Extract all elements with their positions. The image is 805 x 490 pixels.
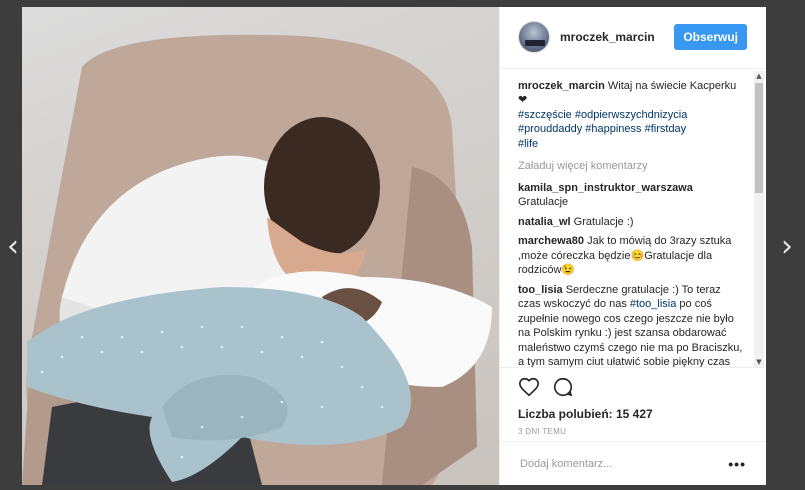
caption-hashtags[interactable]: #szczęście #odpierwszychdnizycia bbox=[518, 109, 687, 121]
comments-scrollbar[interactable]: ▲ ▼ bbox=[754, 70, 764, 367]
add-comment-input[interactable] bbox=[518, 456, 729, 471]
scroll-up-icon[interactable]: ▲ bbox=[754, 71, 764, 81]
scrollbar-thumb[interactable] bbox=[755, 82, 763, 193]
comment-text: Gratulacje :) bbox=[573, 215, 634, 228]
post-sidebar: mroczek_marcin Obserwuj mroczek_marcin W… bbox=[499, 7, 766, 485]
follow-button[interactable]: Obserwuj bbox=[674, 24, 747, 51]
caption-username[interactable]: mroczek_marcin bbox=[518, 80, 605, 92]
caption-text: Witaj na świecie Kacperku bbox=[607, 79, 737, 92]
likes-count[interactable]: Liczba polubień: 15 427 bbox=[500, 405, 766, 423]
comment-item: natalia_wl Gratulacje :) bbox=[518, 215, 744, 230]
comment-item: kamila_spn_instruktor_warszawa Gratulacj… bbox=[518, 181, 744, 210]
comment-item: too_lisia Serdeczne gratulacje :) To ter… bbox=[518, 283, 744, 368]
heart-icon[interactable] bbox=[518, 376, 540, 398]
prev-post-arrow-icon[interactable]: ‹ bbox=[2, 232, 24, 262]
heart-emoji: ❤ bbox=[518, 94, 528, 107]
avatar[interactable] bbox=[518, 21, 550, 54]
comment-hashtag[interactable]: #too_lisia bbox=[630, 298, 676, 310]
comment-username[interactable]: marchewa80 bbox=[518, 235, 584, 247]
post-photo bbox=[22, 7, 499, 485]
comments-list[interactable]: mroczek_marcin Witaj na świecie Kacperku… bbox=[500, 69, 766, 368]
add-comment-bar: ••• bbox=[500, 441, 766, 485]
post-photo-illustration bbox=[22, 34, 492, 485]
scroll-down-icon[interactable]: ▼ bbox=[754, 357, 764, 367]
next-post-arrow-icon[interactable]: › bbox=[776, 232, 798, 262]
load-more-comments[interactable]: Załaduj więcej komentarzy bbox=[518, 159, 744, 174]
caption-hashtags[interactable]: #life bbox=[518, 138, 538, 150]
comment-item: marchewa80 Jak to mówią do 3razy sztuka … bbox=[518, 234, 744, 278]
post-header: mroczek_marcin Obserwuj bbox=[500, 7, 766, 69]
post-actions bbox=[500, 367, 766, 405]
more-options-icon[interactable]: ••• bbox=[728, 456, 746, 472]
post-caption: mroczek_marcin Witaj na świecie Kacperku… bbox=[518, 79, 744, 152]
comment-username[interactable]: too_lisia bbox=[518, 284, 563, 296]
post-username[interactable]: mroczek_marcin bbox=[560, 30, 674, 44]
comment-username[interactable]: natalia_wl bbox=[518, 216, 571, 228]
comment-icon[interactable] bbox=[552, 376, 574, 398]
post-timestamp: 3 DNI TEMU bbox=[518, 427, 567, 437]
post-modal: mroczek_marcin Obserwuj mroczek_marcin W… bbox=[22, 7, 766, 485]
caption-hashtags[interactable]: #prouddaddy #happiness #firstday bbox=[518, 123, 686, 135]
comment-text: Gratulacje bbox=[518, 196, 569, 209]
comment-username[interactable]: kamila_spn_instruktor_warszawa bbox=[518, 182, 693, 194]
